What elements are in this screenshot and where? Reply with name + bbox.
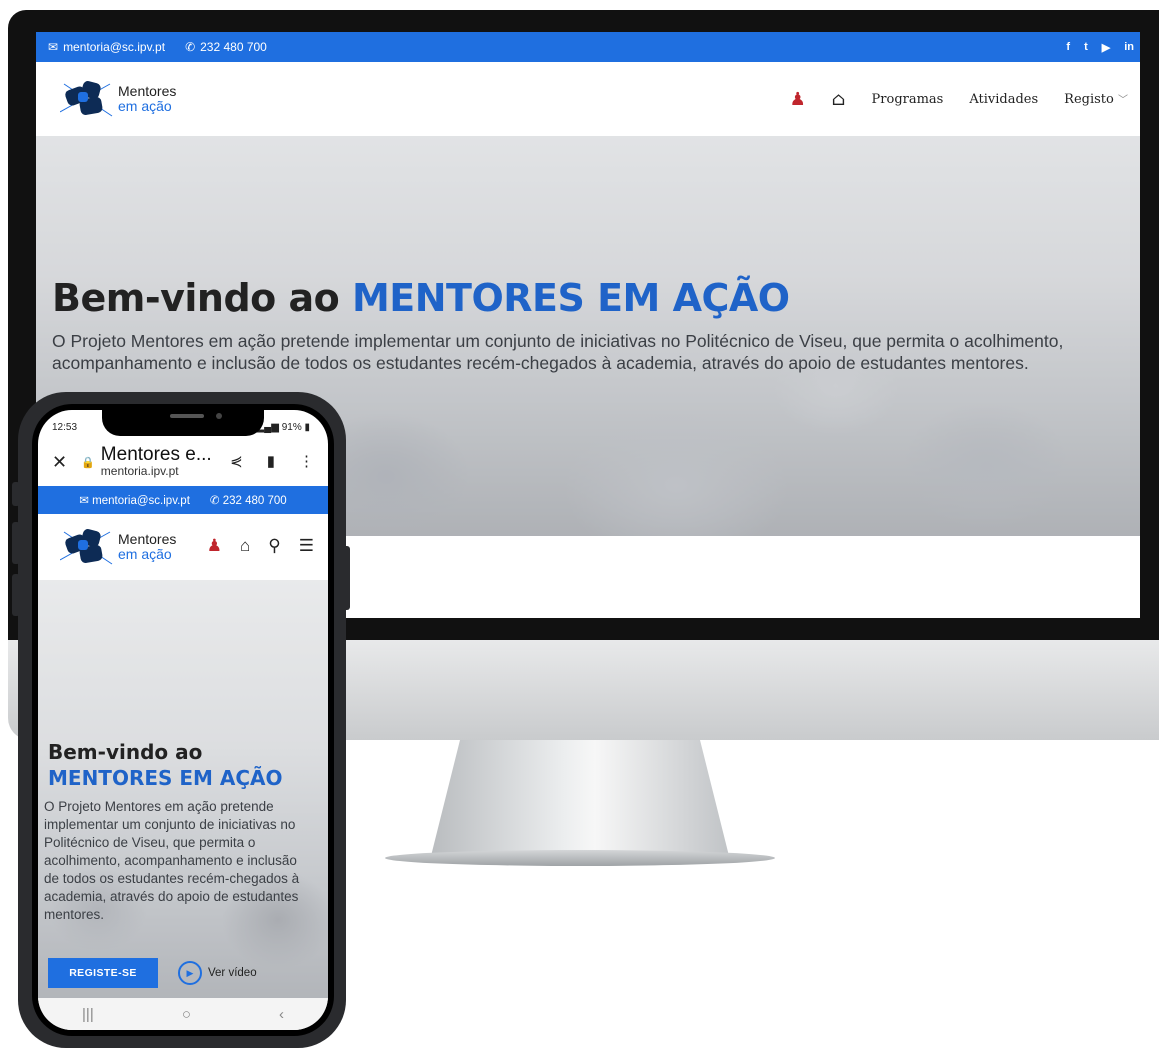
mobile-topbar-phone[interactable]: ✆ 232 480 700 [210,493,287,507]
back-icon[interactable]: ‹ [279,1006,284,1023]
chevron-down-icon: ﹀ [1118,95,1128,106]
home-icon[interactable]: ⌂ [832,89,846,110]
mobile-hero-title-accent: MENTORES EM AÇÃO [48,766,283,790]
mobile-phone-label: 232 480 700 [222,495,287,507]
logo-text-line1: Mentores [118,83,177,99]
recent-apps-icon[interactable]: ||| [82,1006,94,1023]
user-icon[interactable]: ♟ [790,89,806,110]
phone-icon: ✆ [185,40,196,54]
lock-icon: 🔒 [81,456,95,469]
phone-speaker [170,414,204,418]
home-icon[interactable]: ⌂ [240,536,250,556]
user-icon[interactable]: ♟ [207,536,222,556]
battery-icon: ▮ [301,422,310,433]
hero-description: O Projeto Mentores em ação pretende impl… [52,331,1064,373]
youtube-icon[interactable]: ▶ [1102,41,1110,54]
desktop-topbar: ✉ mentoria@sc.ipv.pt ✆ 232 480 700 f t ▶… [36,32,1140,62]
hero-title-plain: Bem-vindo ao [52,276,352,320]
mobile-hero: Bem-vindo ao MENTORES EM AÇÃO O Projeto … [38,580,328,998]
linkedin-icon[interactable]: in [1124,41,1134,53]
phone-notch [102,404,264,436]
watch-video-label: Ver vídeo [208,967,257,979]
home-button-icon[interactable]: ○ [182,1006,191,1023]
phone-screen: 12:53 ▂▄▆ 91% ▮ ✕ 🔒 Mentores e... mentor… [38,410,328,1030]
mail-icon: ✉ [48,40,59,54]
close-icon[interactable]: ✕ [52,452,67,473]
mobile-topbar-email[interactable]: ✉ mentoria@sc.ipv.pt [79,493,190,507]
mobile-hero-description: O Projeto Mentores em ação pretende impl… [44,799,300,922]
hamburger-menu-icon[interactable]: ☰ [299,536,314,556]
monitor-stand [430,740,730,860]
play-icon: ▶ [178,961,202,985]
browser-url: mentoria.ipv.pt [100,464,179,478]
site-logo[interactable]: Mentores em ação [59,78,177,120]
search-icon[interactable]: ⚲ [268,536,280,556]
phone-icon: ✆ [209,495,223,507]
mobile-navbar: Mentores em ação ♟ ⌂ ⚲ ☰ [38,514,328,580]
bookmark-icon[interactable]: ▮ [267,452,275,470]
share-icon[interactable]: ⋞ [230,452,243,470]
monitor-stand-base [385,850,775,866]
status-battery: ▂▄▆ 91% ▮ [256,422,310,433]
watch-video-link[interactable]: ▶ Ver vídeo [178,958,257,988]
logo-mark-icon [59,78,114,120]
more-menu-icon[interactable]: ⋮ [299,452,314,470]
facebook-icon[interactable]: f [1066,41,1070,53]
logo-text-line1: Mentores [118,531,177,547]
status-battery-level: 91% [281,422,302,433]
nav-atividades[interactable]: Atividades [969,92,1038,107]
mobile-site-logo[interactable]: Mentores em ação [59,526,177,568]
topbar-email[interactable]: ✉ mentoria@sc.ipv.pt [48,40,165,54]
hero-title: Bem-vindo ao MENTORES EM AÇÃO [52,276,790,320]
register-button[interactable]: REGISTE-SE [48,958,158,988]
mobile-topbar: ✉ mentoria@sc.ipv.pt ✆ 232 480 700 [38,486,328,514]
mobile-hero-title: Bem-vindo ao [48,740,203,764]
nav-registo[interactable]: Registo ﹀ [1064,91,1128,107]
logo-mark-icon [59,526,114,568]
twitter-icon[interactable]: t [1084,41,1088,53]
browser-title: Mentores e... [100,444,212,465]
desktop-navbar: Mentores em ação ♟ ⌂ Programas Atividade… [36,62,1140,136]
mobile-email-label: mentoria@sc.ipv.pt [92,495,190,507]
browser-bar: ✕ 🔒 Mentores e... mentoria.ipv.pt ⋞ ▮ ⋮ [38,440,328,484]
hero-title-accent: MENTORES EM AÇÃO [351,276,790,320]
phone-camera [216,413,222,419]
nav-programas[interactable]: Programas [872,92,944,107]
mail-icon: ✉ [79,495,93,507]
browser-address[interactable]: Mentores e... mentoria.ipv.pt [100,444,212,478]
social-links: f t ▶ in [1066,32,1140,62]
status-time: 12:53 [52,422,78,433]
nav-registo-label: Registo [1064,92,1114,107]
android-nav-bar: ||| ○ ‹ [38,998,328,1030]
logo-text-line2: em ação [118,98,172,114]
logo-text-line2: em ação [118,546,172,562]
topbar-phone[interactable]: ✆ 232 480 700 [185,40,267,54]
